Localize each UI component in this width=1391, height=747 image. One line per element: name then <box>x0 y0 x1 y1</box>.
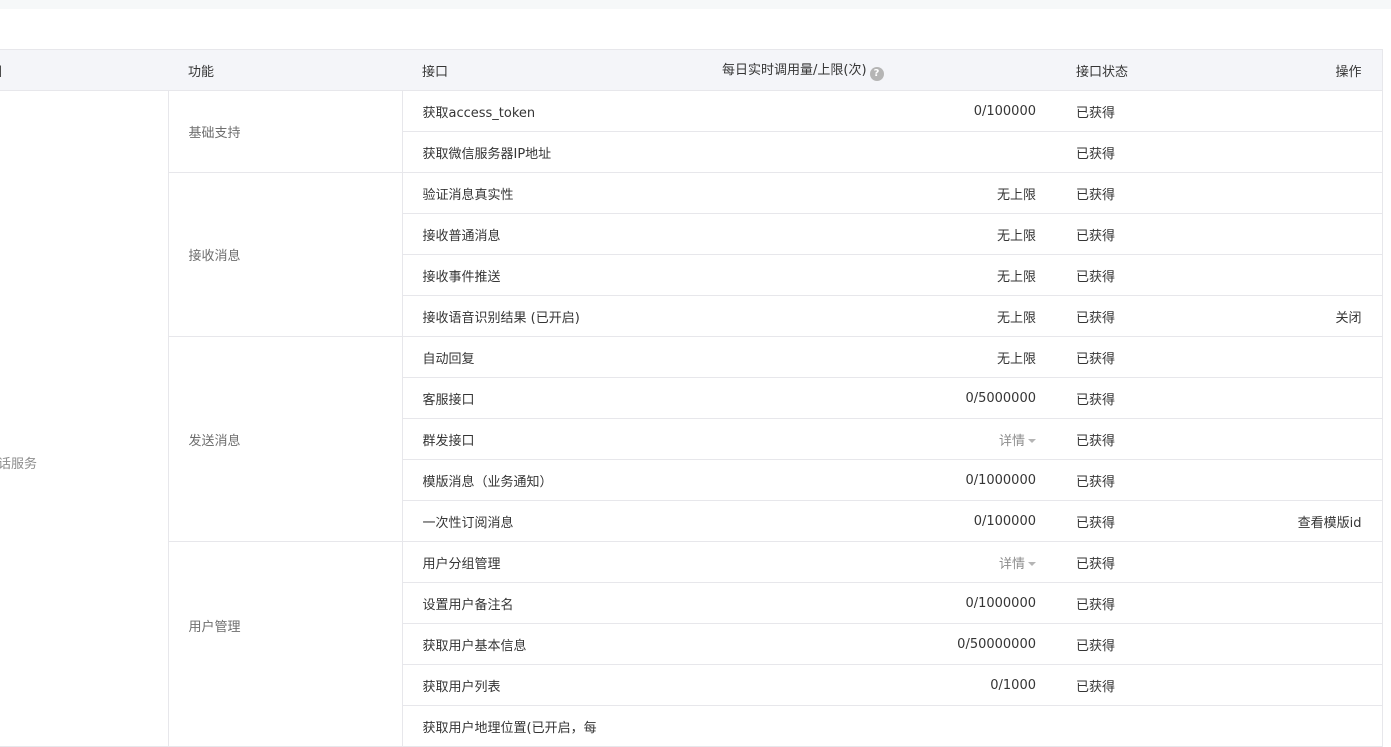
api-action <box>1206 254 1382 296</box>
api-action <box>1206 172 1382 214</box>
api-name: 自动回复 <box>402 336 702 378</box>
api-quota <box>702 131 1056 173</box>
category-cell: 话服务 <box>0 90 169 747</box>
api-name: 用户分组管理 <box>402 541 702 583</box>
quota-detail-dropdown[interactable]: 详情 <box>999 557 1036 572</box>
api-status: 已获得 <box>1056 623 1206 665</box>
api-quota: 0/1000000 <box>702 459 1056 501</box>
api-status: 已获得 <box>1056 664 1206 706</box>
api-name: 群发接口 <box>402 418 702 460</box>
api-action <box>1206 705 1382 747</box>
api-action: 查看模版id <box>1206 500 1382 542</box>
header-quota-label: 每日实时调用量/上限(次) <box>722 63 867 78</box>
api-name: 获取微信服务器IP地址 <box>402 131 702 173</box>
api-quota: 0/100000 <box>702 500 1056 542</box>
api-status <box>1056 705 1206 747</box>
api-name: 接收事件推送 <box>402 254 702 296</box>
close-voice-recognition-link[interactable]: 关闭 <box>1335 311 1361 326</box>
api-status: 已获得 <box>1056 172 1206 214</box>
category-label: 话服务 <box>0 457 38 472</box>
api-action <box>1206 418 1382 460</box>
header-action: 操作 <box>1206 49 1382 91</box>
api-action <box>1206 336 1382 378</box>
api-name: 获取用户基本信息 <box>402 623 702 665</box>
table-row: 接收消息 验证消息真实性 无上限 已获得 <box>0 172 1382 337</box>
table-row: 话服务 基础支持 获取access_token 0/100000 已获得 <box>0 90 1382 747</box>
feature-send-messages: 发送消息 <box>168 336 403 542</box>
top-strip <box>0 0 1391 9</box>
api-status: 已获得 <box>1056 295 1206 337</box>
feature-user-management: 用户管理 <box>168 541 403 747</box>
api-name: 设置用户备注名 <box>402 582 702 624</box>
api-quota: 详情 <box>702 541 1056 583</box>
table-row: 用户管理 用户分组管理 详情 已获得 <box>0 541 1382 747</box>
api-name: 获取用户列表 <box>402 664 702 706</box>
api-status: 已获得 <box>1056 459 1206 501</box>
api-status: 已获得 <box>1056 377 1206 419</box>
caret-down-icon <box>1028 561 1036 566</box>
api-status: 已获得 <box>1056 541 1206 583</box>
api-quota: 无上限 <box>702 336 1056 378</box>
api-quota: 0/5000000 <box>702 377 1056 419</box>
feature-user-management-label: 用户管理 <box>188 619 241 635</box>
quota-detail-dropdown[interactable]: 详情 <box>999 434 1036 449</box>
question-circle-icon[interactable]: ? <box>869 67 884 81</box>
api-name: 接收普通消息 <box>402 213 702 255</box>
api-action <box>1206 131 1382 173</box>
header-feature: 功能 <box>168 49 402 91</box>
api-status: 已获得 <box>1056 90 1206 132</box>
api-quota: 无上限 <box>702 295 1056 337</box>
api-action <box>1206 90 1382 132</box>
api-quota: 无上限 <box>702 213 1056 255</box>
quota-detail-label: 详情 <box>998 433 1025 449</box>
api-status: 已获得 <box>1056 418 1206 460</box>
api-quota: 0/50000000 <box>702 623 1056 665</box>
header-quota: 每日实时调用量/上限(次)? <box>702 49 1056 91</box>
api-status: 已获得 <box>1056 131 1206 173</box>
api-action <box>1206 377 1382 419</box>
api-action <box>1206 664 1382 706</box>
api-name: 获取access_token <box>402 90 702 132</box>
api-status: 已获得 <box>1056 500 1206 542</box>
quota-detail-label: 详情 <box>998 556 1025 572</box>
api-quota <box>702 705 1056 747</box>
api-status: 已获得 <box>1056 582 1206 624</box>
api-quota: 0/1000 <box>702 664 1056 706</box>
api-quota: 详情 <box>702 418 1056 460</box>
api-name: 一次性订阅消息 <box>402 500 702 542</box>
api-action <box>1206 541 1382 583</box>
api-status: 已获得 <box>1056 254 1206 296</box>
api-action <box>1206 582 1382 624</box>
api-action <box>1206 213 1382 255</box>
api-quota: 无上限 <box>702 254 1056 296</box>
table-header-row: 目 功能 接口 每日实时调用量/上限(次)? 接口状态 操作 <box>0 49 1382 91</box>
api-status: 已获得 <box>1056 336 1206 378</box>
api-action <box>1206 459 1382 501</box>
table-row: 发送消息 自动回复 无上限 已获得 <box>0 336 1382 542</box>
api-name: 验证消息真实性 <box>402 172 702 214</box>
api-name: 接收语音识别结果 (已开启) <box>402 295 702 337</box>
api-name: 模版消息（业务通知） <box>402 459 702 501</box>
caret-down-icon <box>1028 438 1036 443</box>
api-name: 客服接口 <box>402 377 702 419</box>
api-quota: 0/100000 <box>702 90 1056 132</box>
header-category: 目 <box>0 49 168 91</box>
api-quota: 0/1000000 <box>702 582 1056 624</box>
api-status: 已获得 <box>1056 213 1206 255</box>
api-quota: 无上限 <box>702 172 1056 214</box>
api-permission-table: 目 功能 接口 每日实时调用量/上限(次)? 接口状态 操作 话服务 基础支持 … <box>0 49 1383 747</box>
feature-basic-support: 基础支持 <box>168 90 403 173</box>
header-status: 接口状态 <box>1056 49 1206 91</box>
api-action <box>1206 623 1382 665</box>
header-api: 接口 <box>402 49 702 91</box>
view-template-id-link[interactable]: 查看模版id <box>1298 516 1362 531</box>
api-action: 关闭 <box>1206 295 1382 337</box>
api-name: 获取用户地理位置(已开启，每 <box>402 705 702 747</box>
feature-receive-messages: 接收消息 <box>168 172 403 337</box>
